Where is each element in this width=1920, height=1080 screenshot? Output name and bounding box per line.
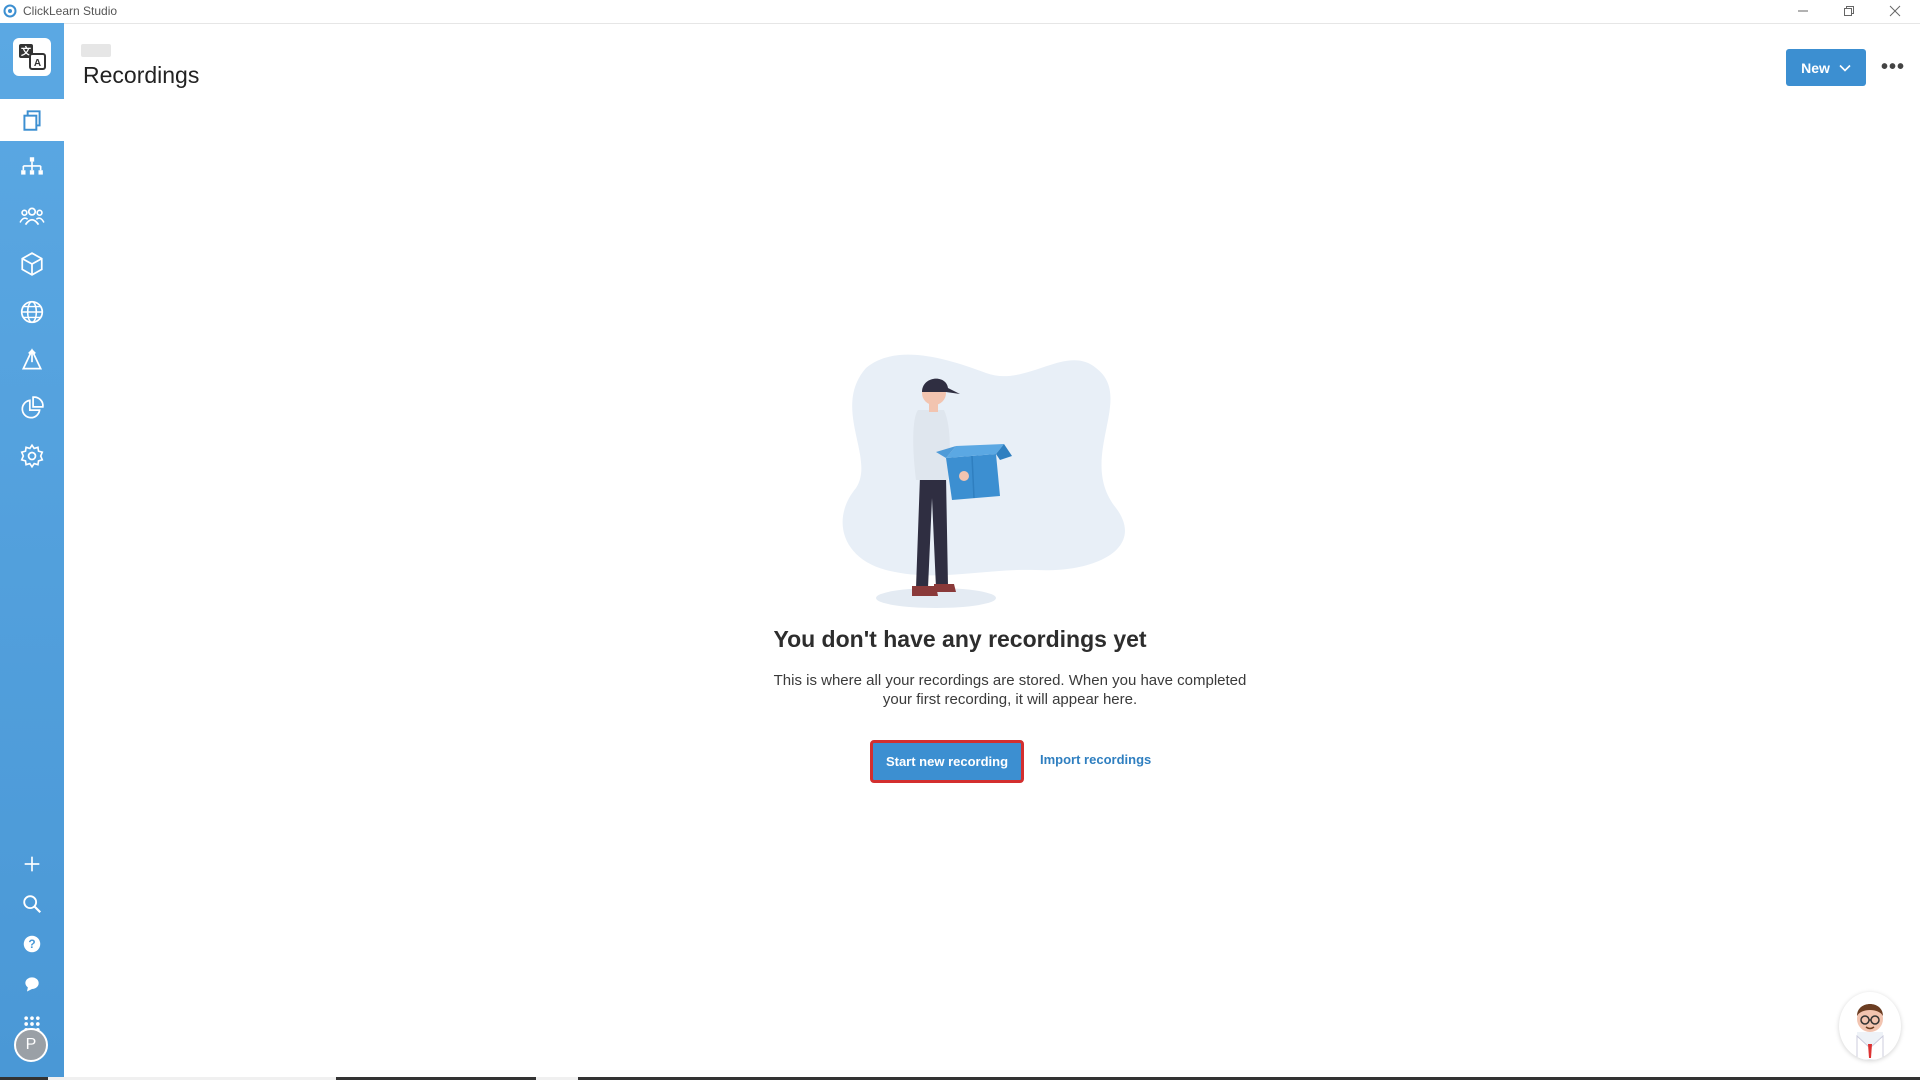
translate-logo-icon: 文 A [19,44,46,70]
start-new-recording-button[interactable]: Start new recording [870,740,1024,783]
title-bar: ClickLearn Studio [0,0,1920,24]
sidebar-item-packages[interactable] [0,242,64,286]
box-icon [21,252,43,276]
pie-chart-icon [21,396,44,419]
new-button[interactable]: New [1786,49,1866,86]
app-logo[interactable]: 文 A [13,38,51,76]
sidebar-item-help[interactable]: ? [0,922,64,966]
chevron-down-icon [1839,64,1851,72]
user-avatar[interactable]: P [14,1028,48,1062]
restore-icon[interactable] [1826,0,1872,22]
window-title: ClickLearn Studio [23,4,118,18]
empty-state-description: This is where all your recordings are st… [760,671,1260,709]
sidebar-item-settings[interactable] [0,434,64,478]
more-options-button[interactable]: ••• [1875,55,1911,79]
search-icon [23,895,42,914]
clicklearn-logo-icon [3,4,17,18]
close-icon[interactable] [1872,0,1918,22]
empty-state-illustration [842,354,1125,608]
gear-icon [20,443,44,469]
minimize-icon[interactable] [1780,0,1826,22]
assistant-character-icon [1856,1004,1884,1060]
sidebar-item-publish[interactable] [0,338,64,382]
users-icon [19,207,45,226]
sidebar-item-structure[interactable] [0,145,64,189]
page-title: Recordings [83,62,200,88]
publish-icon [21,348,43,370]
sidebar-item-recordings[interactable] [0,98,64,142]
breadcrumb [81,44,111,57]
avatar-initial: P [25,1036,37,1053]
svg-text:A: A [34,58,41,69]
sidebar-item-search[interactable] [0,882,64,926]
sidebar: 文 A ? P [0,23,64,1080]
chat-icon [25,977,39,992]
copy-icon [23,110,41,131]
sitemap-icon [21,157,43,175]
svg-text:?: ? [28,937,35,951]
import-recordings-link[interactable]: Import recordings [1040,752,1151,767]
plus-icon [24,856,40,872]
sidebar-item-chat[interactable] [0,962,64,1006]
help-icon: ? [23,935,41,953]
assistant-avatar[interactable] [1839,992,1901,1060]
globe-icon [20,300,44,324]
new-button-label: New [1801,59,1830,76]
sidebar-item-analytics[interactable] [0,386,64,430]
sidebar-item-languages[interactable] [0,290,64,334]
sidebar-item-users[interactable] [0,194,64,238]
sidebar-item-add[interactable] [0,842,64,886]
empty-state-description-line-1: This is where all your recordings are st… [773,672,1247,689]
empty-state-description-line-2: your first recording, it will appear her… [882,691,1138,708]
empty-state-title: You don't have any recordings yet [773,626,1147,652]
